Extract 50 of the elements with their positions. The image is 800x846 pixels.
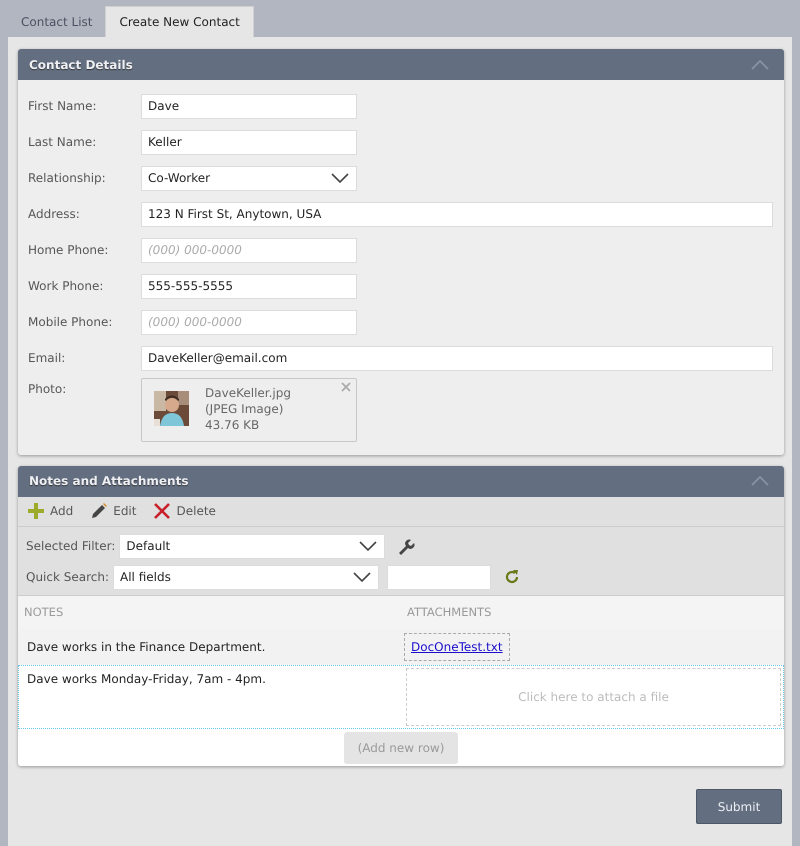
tab[interactable]: Create New Contact — [105, 6, 254, 37]
toolbar-button[interactable]: Edit — [89, 503, 138, 520]
panel-title: Notes and Attachments — [29, 474, 188, 488]
search-scope-dropdown[interactable]: All fields — [113, 564, 380, 590]
toolbar-button[interactable]: Delete — [152, 503, 218, 520]
collapse-icon[interactable] — [750, 475, 770, 488]
field-label: Address: — [28, 207, 81, 221]
chevron-icon — [352, 571, 372, 584]
attachment-link[interactable]: DocOneTest.txt — [404, 632, 510, 661]
field-label: First Name: — [28, 99, 98, 113]
field-label: Last Name: — [28, 135, 98, 149]
text-field[interactable]: DaveKeller@email.com — [141, 346, 773, 370]
text-field[interactable]: (000) 000-0000 — [141, 238, 357, 262]
file-type: (JPEG Image) — [205, 401, 284, 417]
text-field[interactable]: Dave — [141, 94, 357, 118]
field-label: Home Phone: — [28, 243, 110, 257]
table-row[interactable]: Dave works in the Finance Department. DocOneTest.txt — [18, 628, 784, 665]
file-name: DaveKeller.jpg — [205, 385, 291, 401]
field-label: Mobile Phone: — [28, 315, 114, 329]
chevron-icon — [358, 540, 378, 552]
pencil-icon — [91, 503, 108, 520]
text-field[interactable]: 123 N First St, Anytown, USA — [141, 202, 773, 226]
toolbar-button[interactable]: Add — [26, 503, 76, 520]
search-label: Quick Search: — [26, 570, 110, 584]
close-icon[interactable] — [340, 381, 352, 393]
text-field[interactable]: Keller — [141, 130, 357, 154]
field-label: Work Phone: — [28, 279, 104, 293]
delete-icon — [154, 503, 170, 520]
text-field[interactable]: (000) 000-0000 — [141, 310, 357, 334]
wrench-icon[interactable] — [397, 537, 416, 556]
chevron-icon — [330, 172, 350, 184]
column-header: NOTES — [23, 605, 64, 620]
field-label: Photo: — [28, 381, 68, 396]
table-row[interactable]: Dave works Monday-Friday, 7am - 4pm. Click here to attach a file — [18, 664, 784, 729]
tab[interactable]: Contact List — [8, 7, 106, 37]
file-size: 43.76 KB — [205, 417, 260, 433]
search-field[interactable] — [387, 564, 492, 590]
filter-dropdown[interactable]: Default — [119, 534, 386, 559]
field-label: Email: — [28, 351, 66, 365]
plus-icon — [28, 503, 44, 520]
column-header: ATTACHMENTS — [406, 605, 492, 620]
note-text: Dave works Monday-Friday, 7am - 4pm. — [26, 670, 267, 688]
dropdown[interactable]: Co-Worker — [141, 166, 357, 190]
filter-label: Selected Filter: — [26, 539, 116, 554]
submit-button[interactable]: Submit — [696, 789, 782, 824]
note-text: Dave works in the Finance Department. — [26, 638, 266, 656]
collapse-icon[interactable] — [750, 58, 770, 70]
text-field[interactable]: 555-555-5555 — [141, 274, 357, 298]
panel-title: Contact Details — [29, 58, 133, 72]
field-label: Relationship: — [28, 171, 107, 185]
